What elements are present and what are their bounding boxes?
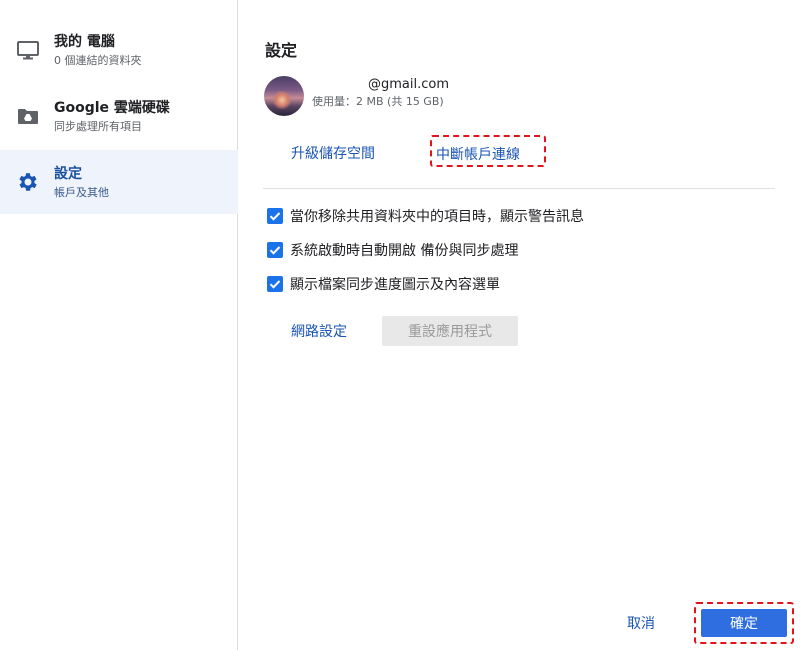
sidebar-item-title: Google 雲端硬碟 <box>54 100 170 116</box>
option-label: 顯示檔案同步進度圖示及內容選單 <box>290 277 500 293</box>
option-label: 系統啟動時自動開啟 備份與同步處理 <box>290 243 519 259</box>
reset-app-button[interactable]: 重設應用程式 <box>382 316 518 346</box>
monitor-icon <box>16 38 40 62</box>
redacted-name: · <box>312 77 368 92</box>
page-title: 設定 <box>265 41 298 60</box>
sidebar-item-title: 我的 電腦 <box>54 34 115 50</box>
option-label: 當你移除共用資料夾中的項目時，顯示警告訊息 <box>290 209 584 225</box>
email-domain: @gmail.com <box>368 77 450 92</box>
sidebar-item-subtitle: 帳戶及其他 <box>54 186 109 199</box>
gear-icon <box>16 170 40 194</box>
upgrade-storage-link[interactable]: 升級儲存空間 <box>291 143 375 163</box>
account-email: ·@gmail.com <box>312 77 449 92</box>
sidebar-item-google-drive[interactable]: Google 雲端硬碟 同步處理所有項目 <box>0 84 238 148</box>
disconnect-highlight: 中斷帳戶連線 <box>430 135 546 167</box>
sidebar-item-subtitle: 同步處理所有項目 <box>54 120 142 133</box>
network-settings-link[interactable]: 網路設定 <box>291 321 347 341</box>
sidebar-item-title: 設定 <box>54 166 82 182</box>
checkbox-checked[interactable] <box>267 208 283 224</box>
sidebar-item-subtitle: 0 個連結的資料夾 <box>54 54 142 67</box>
ok-highlight: 確定 <box>694 602 794 644</box>
sidebar-item-settings[interactable]: 設定 帳戶及其他 <box>0 150 238 214</box>
storage-usage: 使用量：2 MB (共 15 GB) <box>312 95 444 108</box>
sidebar: 我的 電腦 0 個連結的資料夾 Google 雲端硬碟 同步處理所有項目 設定 … <box>0 0 238 650</box>
cancel-button[interactable]: 取消 <box>627 613 655 633</box>
avatar <box>264 76 304 116</box>
sidebar-item-my-computer[interactable]: 我的 電腦 0 個連結的資料夾 <box>0 18 238 82</box>
checkbox-checked[interactable] <box>267 276 283 292</box>
divider <box>263 188 775 189</box>
ok-button[interactable]: 確定 <box>701 609 787 637</box>
settings-panel: 設定 ·@gmail.com 使用量：2 MB (共 15 GB) 升級儲存空間… <box>239 0 800 650</box>
drive-folder-icon <box>16 104 40 128</box>
checkbox-checked[interactable] <box>267 242 283 258</box>
disconnect-account-link[interactable]: 中斷帳戶連線 <box>436 144 520 164</box>
